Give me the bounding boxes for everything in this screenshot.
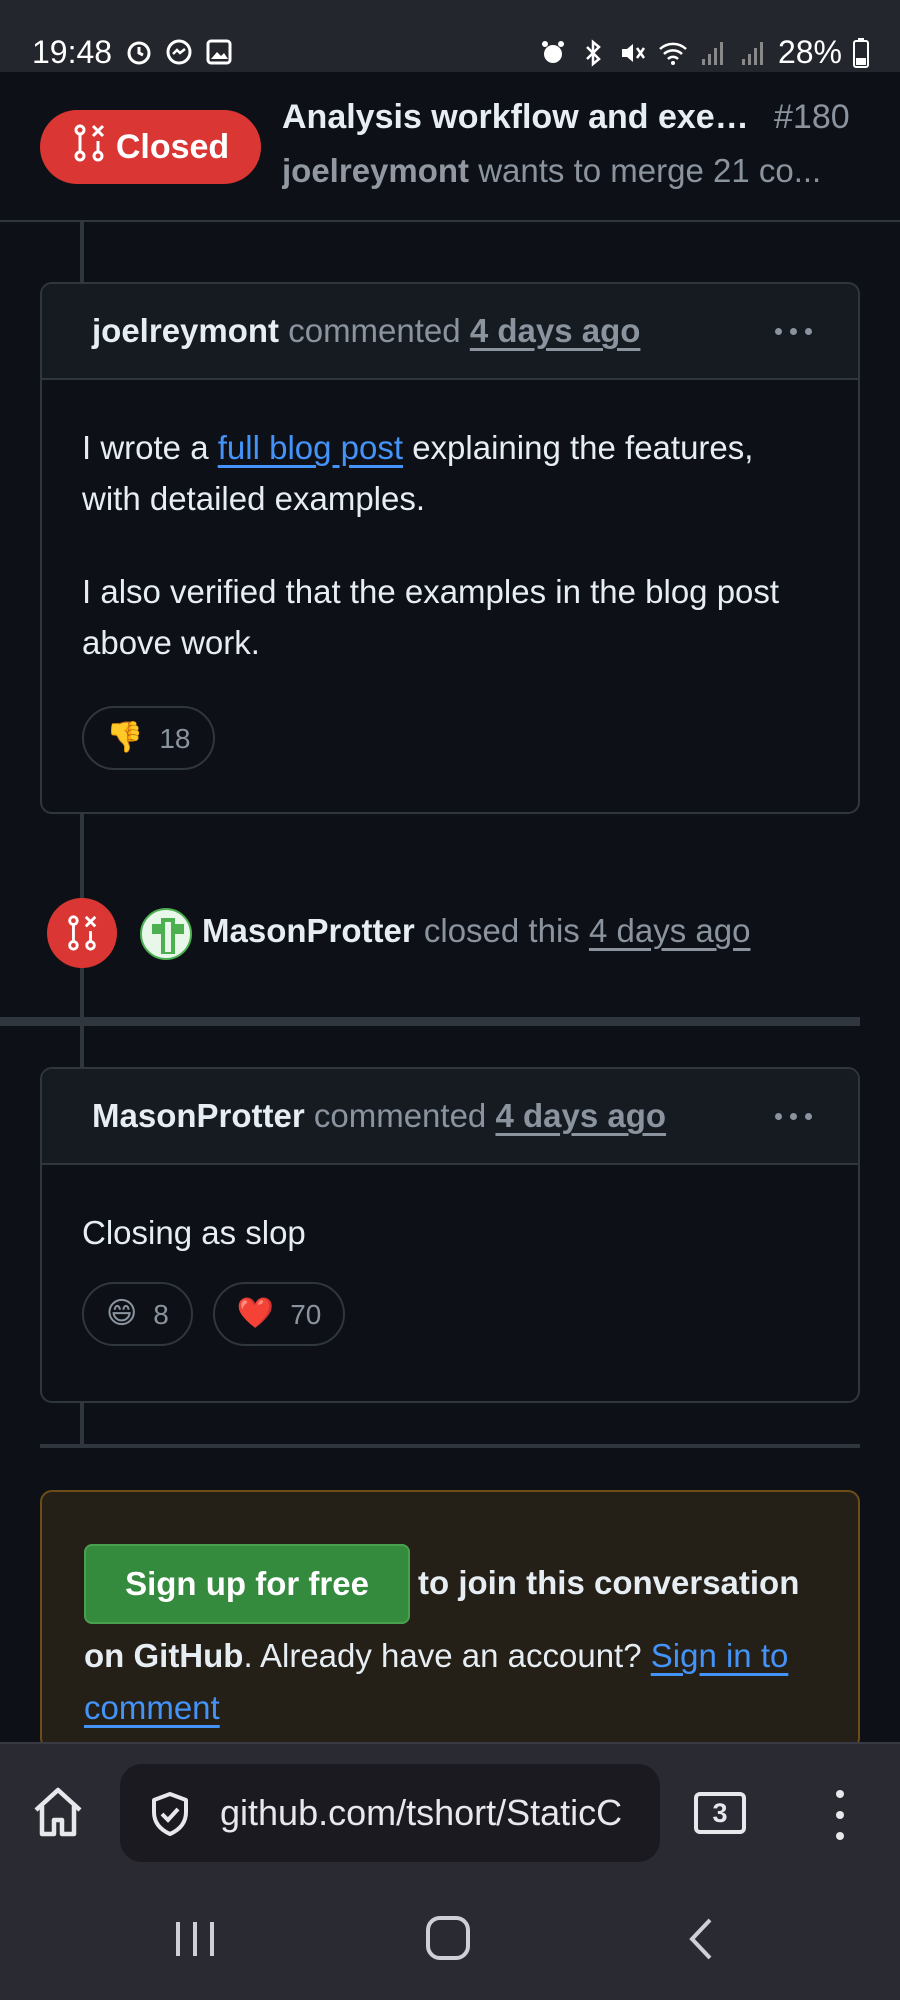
- pr-author[interactable]: joelreymont: [282, 152, 469, 189]
- home-nav-icon[interactable]: [426, 1916, 470, 1960]
- status-left-icons: [124, 37, 234, 67]
- timeline-line: [80, 1022, 84, 1070]
- reaction-thumbs-down[interactable]: 👎 18: [82, 706, 215, 770]
- comment-time[interactable]: 4 days ago: [470, 312, 641, 349]
- comment-time[interactable]: 4 days ago: [495, 1097, 666, 1134]
- comment-body: I wrote a full blog post explaining the …: [42, 380, 858, 800]
- bluetooth-icon: [578, 38, 608, 68]
- address-bar[interactable]: github.com/tshort/StaticC: [120, 1764, 660, 1862]
- home-icon[interactable]: [30, 1784, 86, 1840]
- divider: [40, 1444, 860, 1448]
- signal-icon: [698, 38, 728, 68]
- signal-icon: [738, 38, 768, 68]
- comment-body: Closing as slop 😄 8 ❤️ 70: [42, 1165, 858, 1376]
- comment-verb: commented: [288, 312, 461, 349]
- reactions: 😄 8 ❤️ 70: [82, 1282, 818, 1346]
- recents-icon[interactable]: [172, 1918, 218, 1960]
- pr-title-text: Analysis workflow and exec...: [282, 98, 752, 136]
- event-text: MasonProtter closed this 4 days ago: [202, 912, 750, 950]
- comment-header: MasonProtter commented 4 days ago: [42, 1069, 858, 1165]
- more-options-icon[interactable]: [830, 1790, 850, 1840]
- thumbs-down-icon: 👎: [106, 721, 144, 754]
- status-bar: 19:48 28%: [0, 0, 900, 72]
- wifi-icon: [658, 38, 688, 68]
- tabs-button[interactable]: 3: [694, 1792, 746, 1834]
- mute-icon: [618, 38, 648, 68]
- pr-closed-icon: [47, 898, 117, 968]
- reactions: 👎 18: [82, 706, 818, 770]
- messenger-icon: [164, 37, 194, 67]
- signup-text: to join this conversation: [418, 1564, 800, 1601]
- browser-toolbar: github.com/tshort/StaticC 3: [0, 1742, 900, 1882]
- pr-summary: wants to merge 21 co...: [478, 152, 822, 189]
- pr-number: #180: [774, 98, 850, 136]
- battery-percent: 28%: [777, 34, 842, 70]
- comment-paragraph: Closing as slop: [82, 1214, 306, 1251]
- comment-card: MasonProtter commented 4 days ago Closin…: [40, 1067, 860, 1403]
- signup-text-rest: . Already have an account?: [243, 1637, 651, 1674]
- comment-verb: commented: [313, 1097, 487, 1134]
- heart-icon: ❤️: [236, 1297, 275, 1330]
- comment-options-icon[interactable]: [775, 1113, 812, 1120]
- alarm-icon: [124, 37, 154, 67]
- comment-paragraph: I wrote a full blog post explaining the …: [82, 422, 818, 524]
- comment-paragraph: I also verified that the examples in the…: [82, 573, 780, 661]
- back-icon[interactable]: [686, 1916, 716, 1962]
- laugh-icon: 😄: [106, 1297, 138, 1330]
- pr-subtitle: joelreymont wants to merge 21 co...: [282, 152, 842, 190]
- event-time[interactable]: 4 days ago: [589, 912, 750, 949]
- status-right-icons: 28%: [538, 34, 870, 71]
- comment-header: joelreymont commented 4 days ago: [42, 284, 858, 380]
- signup-text-bold: on GitHub: [84, 1637, 244, 1674]
- closed-event: MasonProtter closed this 4 days ago: [0, 898, 900, 978]
- pr-closed-icon: [72, 123, 106, 172]
- comment-author[interactable]: joelreymont: [92, 312, 279, 349]
- reaction-laugh[interactable]: 😄 8: [82, 1282, 193, 1346]
- reaction-count: 8: [153, 1298, 169, 1330]
- blog-post-link[interactable]: full blog post: [218, 429, 403, 466]
- reaction-count: 70: [290, 1298, 322, 1330]
- event-actor[interactable]: MasonProtter: [202, 912, 415, 949]
- divider: [0, 1017, 860, 1026]
- event-action: closed this: [423, 912, 580, 949]
- alarm-icon: [538, 38, 568, 68]
- timeline-line: [80, 1400, 84, 1446]
- pr-state-label: Closed: [115, 127, 230, 166]
- battery-icon: [852, 37, 870, 68]
- signup-text: on GitHub. Already have an account? Sign…: [84, 1630, 844, 1734]
- pr-title[interactable]: Analysis workflow and exec... #180: [282, 98, 862, 137]
- comment-author[interactable]: MasonProtter: [92, 1097, 305, 1134]
- system-nav-bar: [0, 1882, 900, 2000]
- comment-meta: MasonProtter commented 4 days ago: [92, 1097, 666, 1135]
- status-time: 19:48: [32, 34, 113, 70]
- pr-header: Closed Analysis workflow and exec... #18…: [0, 72, 900, 222]
- avatar[interactable]: [140, 908, 192, 960]
- comment-meta: joelreymont commented 4 days ago: [92, 312, 640, 350]
- shield-icon[interactable]: [146, 1790, 194, 1838]
- comment-text: I wrote a: [82, 429, 218, 466]
- sign-up-button[interactable]: Sign up for free: [84, 1544, 410, 1624]
- comment-card: joelreymont commented 4 days ago I wrote…: [40, 282, 860, 814]
- reaction-heart[interactable]: ❤️ 70: [212, 1282, 346, 1346]
- gallery-icon: [204, 37, 234, 67]
- pr-state-badge: Closed: [40, 110, 261, 184]
- signup-prompt: Sign up for free to join this conversati…: [40, 1490, 860, 1750]
- comment-options-icon[interactable]: [775, 328, 812, 335]
- url-text: github.com/tshort/StaticC: [220, 1792, 623, 1833]
- timeline-line: [80, 222, 84, 282]
- reaction-count: 18: [159, 722, 191, 754]
